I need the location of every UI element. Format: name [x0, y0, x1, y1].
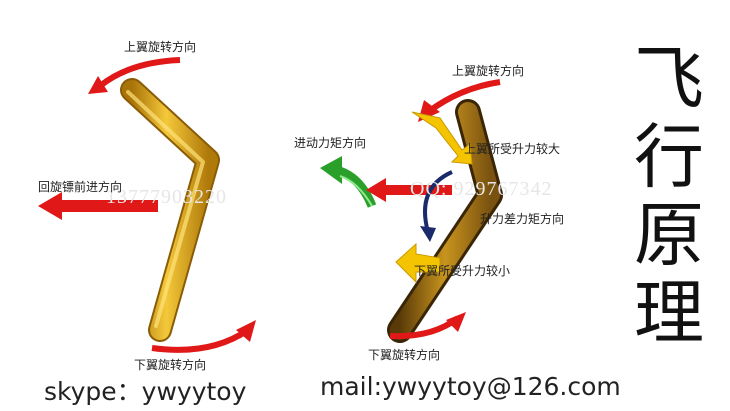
- precession-moment-label: 进动力矩方向: [294, 136, 367, 150]
- lower-wing-lift-label: 下翼所受升力较小: [414, 264, 511, 278]
- right-bottom-rotation-label: 下翼旋转方向: [368, 348, 441, 362]
- left-top-rotation-label: 上翼旋转方向: [124, 40, 197, 54]
- right-precession-moment-arrow: [320, 156, 377, 208]
- title-char-2: 行: [634, 116, 704, 198]
- qq-watermark: QQ: 929767342: [410, 178, 553, 200]
- title-char-3: 原: [634, 194, 704, 276]
- upper-wing-lift-label: 上翼所受升力较大: [464, 142, 561, 156]
- title-char-4: 理: [634, 272, 704, 354]
- right-top-rotation-label: 上翼旋转方向: [452, 64, 525, 78]
- left-forward-direction-label: 回旋镖前进方向: [38, 180, 123, 194]
- lift-difference-moment-label: 升力差力矩方向: [480, 212, 565, 226]
- phone-watermark: 13777903220: [106, 186, 227, 208]
- mail-contact: mail:ywyytoy@126.com: [320, 372, 621, 401]
- title-char-1: 飞: [634, 38, 704, 120]
- skype-contact: skype：ywyytoy: [44, 377, 247, 406]
- left-bottom-rotation-label: 下翼旋转方向: [134, 358, 207, 372]
